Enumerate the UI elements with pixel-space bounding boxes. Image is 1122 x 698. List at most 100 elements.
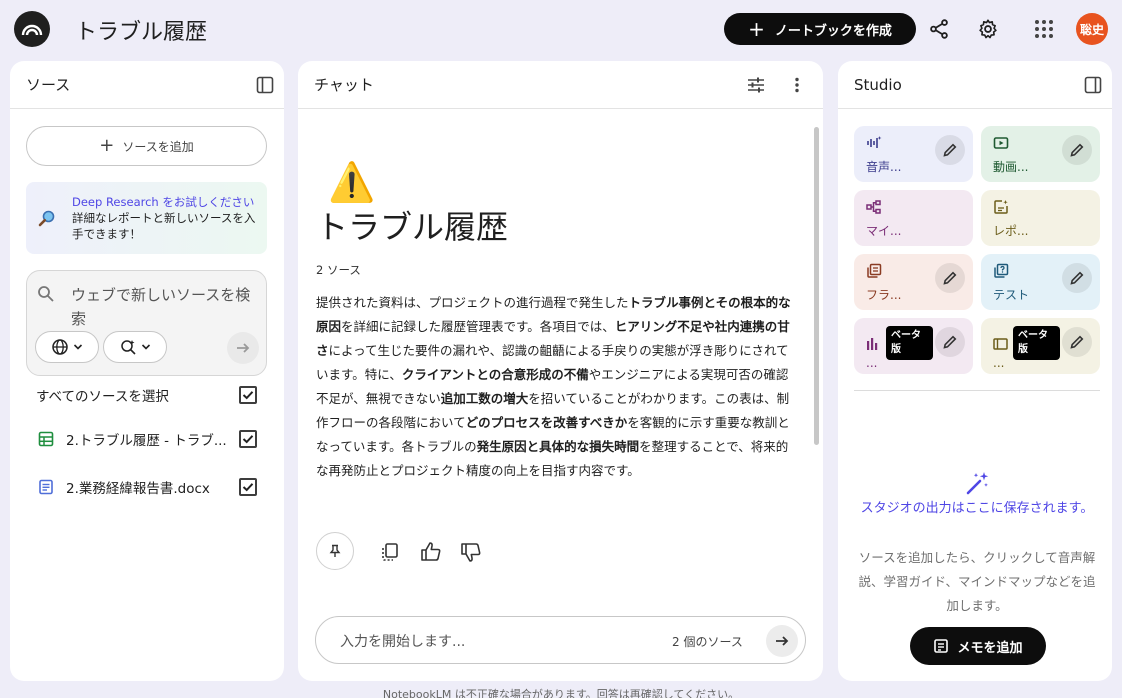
source-count: 2 ソース bbox=[316, 263, 361, 277]
studio-tile-mindmap[interactable]: マイ... bbox=[854, 190, 973, 246]
studio-header: Studio bbox=[838, 61, 1112, 109]
globe-icon bbox=[52, 339, 68, 355]
source-item-name: 2.トラブル履歴 - トラブ... bbox=[66, 433, 227, 449]
tile-label: 音声... bbox=[866, 160, 902, 174]
tune-settings-icon[interactable] bbox=[747, 76, 765, 94]
notebook-title: トラブル履歴 bbox=[75, 20, 208, 45]
collapse-panel-icon[interactable] bbox=[1084, 76, 1102, 94]
arrow-right-icon bbox=[237, 343, 250, 353]
collapse-panel-icon[interactable] bbox=[256, 76, 274, 94]
deep-research-text: 詳細なレポートと新しいソースを入手できます！ bbox=[72, 211, 256, 241]
send-button[interactable] bbox=[766, 625, 798, 657]
plus-icon: + bbox=[748, 17, 765, 41]
source-item[interactable]: 2.トラブル履歴 - トラブ... bbox=[26, 423, 267, 455]
add-source-button[interactable]: + ソースを追加 bbox=[26, 126, 267, 166]
magic-wand-icon bbox=[965, 470, 991, 500]
more-vert-icon[interactable] bbox=[788, 76, 806, 94]
apps-grid-icon[interactable] bbox=[1032, 17, 1056, 41]
edit-pencil-icon[interactable] bbox=[935, 263, 965, 293]
audio-icon bbox=[866, 135, 882, 155]
chat-body: ⚠️ トラブル履歴 2 ソース 提供された資料は、プロジェクトの進行過程で発生し… bbox=[298, 110, 823, 681]
magnifier-icon bbox=[38, 209, 56, 231]
app-header: トラブル履歴 + ノートブックを作成 聡史 bbox=[0, 0, 1122, 58]
infographic-icon bbox=[866, 336, 880, 355]
chat-notebook-title: トラブル履歴 bbox=[316, 208, 509, 246]
studio-tile-infographic[interactable]: ... ベータ版 bbox=[854, 318, 973, 374]
add-source-label: ソースを追加 bbox=[122, 139, 194, 154]
edit-pencil-icon[interactable] bbox=[1062, 263, 1092, 293]
chat-input[interactable]: 入力を開始します... bbox=[340, 631, 465, 651]
add-note-label: メモを追加 bbox=[957, 640, 1023, 656]
source-checkbox[interactable] bbox=[239, 478, 257, 496]
sparkle-search-icon bbox=[121, 340, 136, 355]
spreadsheet-icon bbox=[38, 431, 58, 447]
deep-research-link[interactable]: Deep Research をお試しください bbox=[72, 195, 254, 209]
edit-pencil-icon[interactable] bbox=[1062, 327, 1092, 357]
tile-label: ... bbox=[866, 356, 878, 370]
sources-title: ソース bbox=[26, 76, 71, 94]
arrow-right-icon bbox=[776, 636, 789, 646]
source-item-name: 2.業務経緯報告書.docx bbox=[66, 481, 210, 497]
web-search-submit-button[interactable] bbox=[227, 332, 259, 364]
studio-tile-quiz[interactable]: テスト bbox=[981, 254, 1100, 310]
select-all-row[interactable]: すべてのソースを選択 bbox=[26, 379, 267, 411]
chat-scrollbar[interactable] bbox=[814, 127, 819, 445]
source-checkbox[interactable] bbox=[239, 430, 257, 448]
slides-icon bbox=[993, 336, 1009, 355]
beta-badge: ベータ版 bbox=[886, 326, 933, 360]
web-source-dropdown[interactable] bbox=[35, 331, 99, 363]
pin-icon bbox=[329, 544, 341, 557]
source-item[interactable]: 2.業務経緯報告書.docx bbox=[26, 471, 267, 503]
studio-divider bbox=[854, 390, 1100, 391]
web-search-box[interactable]: ウェブで新しいソースを検索 bbox=[26, 270, 267, 376]
quiz-icon bbox=[993, 263, 1009, 283]
tile-label: 動画... bbox=[993, 160, 1029, 174]
thumbs-down-icon[interactable] bbox=[459, 540, 483, 564]
chat-header: チャット bbox=[298, 61, 823, 109]
sources-header: ソース bbox=[10, 61, 284, 109]
research-mode-dropdown[interactable] bbox=[103, 331, 167, 363]
studio-tile-slides[interactable]: ... ベータ版 bbox=[981, 318, 1100, 374]
pin-note-button[interactable] bbox=[316, 532, 354, 570]
studio-tile-audio[interactable]: 音声... bbox=[854, 126, 973, 182]
deep-research-banner[interactable]: Deep Research をお試しください 詳細なレポートと新しいソースを入手… bbox=[26, 182, 267, 254]
video-icon bbox=[993, 135, 1009, 155]
disclaimer-footer: NotebookLM は不正確な場合があります。回答は再確認してください。 bbox=[382, 688, 740, 698]
select-all-checkbox[interactable] bbox=[239, 386, 257, 404]
share-icon[interactable] bbox=[927, 17, 951, 41]
studio-tile-report[interactable]: レポ... bbox=[981, 190, 1100, 246]
thumbs-up-icon[interactable] bbox=[419, 540, 443, 564]
edit-pencil-icon[interactable] bbox=[935, 327, 965, 357]
chevron-down-icon bbox=[73, 344, 83, 350]
settings-gear-icon[interactable] bbox=[976, 17, 1000, 41]
notebook-summary: 提供された資料は、プロジェクトの進行過程で発生したトラブル事例とその根本的な原因… bbox=[316, 295, 791, 478]
note-icon bbox=[934, 639, 949, 653]
document-icon bbox=[38, 479, 58, 495]
warning-emoji-icon: ⚠️ bbox=[328, 160, 376, 204]
create-notebook-button[interactable]: + ノートブックを作成 bbox=[724, 13, 916, 45]
studio-tile-video[interactable]: 動画... bbox=[981, 126, 1100, 182]
copy-icon[interactable] bbox=[378, 540, 402, 564]
edit-pencil-icon[interactable] bbox=[935, 135, 965, 165]
user-avatar[interactable]: 聡史 bbox=[1076, 13, 1108, 45]
studio-tile-flashcards[interactable]: フラ... bbox=[854, 254, 973, 310]
search-icon bbox=[37, 285, 55, 307]
studio-title: Studio bbox=[854, 75, 902, 94]
chevron-down-icon bbox=[141, 344, 151, 350]
plus-icon: + bbox=[99, 135, 115, 156]
add-note-button[interactable]: メモを追加 bbox=[910, 627, 1046, 665]
tile-label: マイ... bbox=[866, 224, 902, 238]
studio-panel: Studio 音声... 動画... マイ... レポ... フラ... テスト… bbox=[838, 61, 1112, 681]
notebooklm-logo[interactable] bbox=[14, 11, 50, 47]
chat-input-box[interactable]: 入力を開始します... 2 個のソース bbox=[315, 616, 806, 664]
chat-panel: チャット ⚠️ トラブル履歴 2 ソース 提供された資料は、プロジェクトの進行過… bbox=[298, 61, 823, 681]
studio-empty-description: ソースを追加したら、クリックして音声解説、学習ガイド、マインドマップなどを追加し… bbox=[858, 550, 1096, 613]
flashcard-icon bbox=[866, 263, 882, 283]
beta-badge: ベータ版 bbox=[1013, 326, 1060, 360]
studio-empty-title: スタジオの出力はここに保存されます。 bbox=[860, 501, 1094, 516]
web-search-input[interactable]: ウェブで新しいソースを検索 bbox=[71, 283, 251, 331]
tile-label: テスト bbox=[993, 288, 1030, 302]
edit-pencil-icon[interactable] bbox=[1062, 135, 1092, 165]
sources-panel: ソース + ソースを追加 Deep Research をお試しください 詳細なレ… bbox=[10, 61, 284, 681]
tile-label: レポ... bbox=[993, 224, 1029, 238]
